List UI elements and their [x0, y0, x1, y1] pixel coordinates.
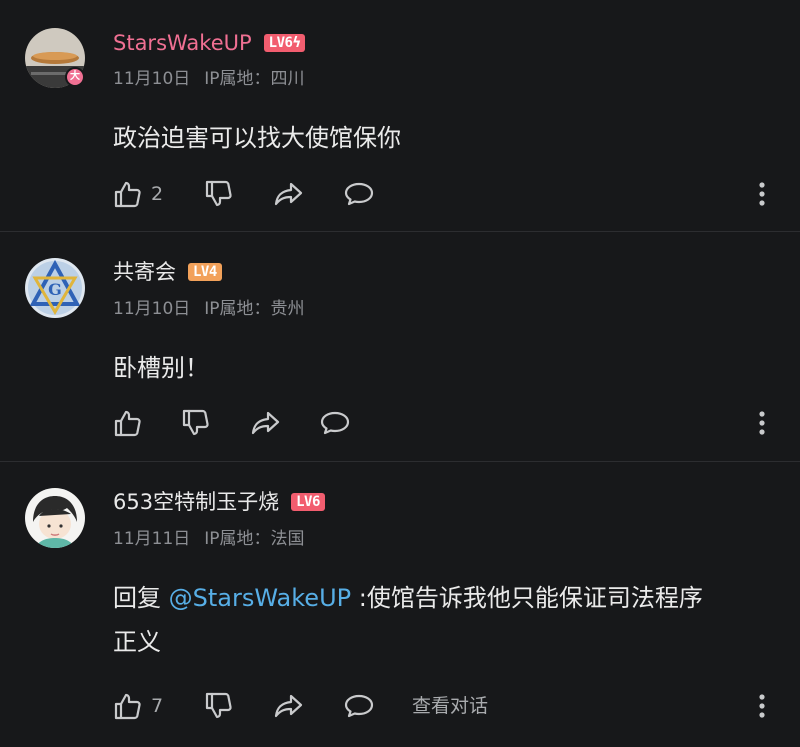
ip-location: IP属地：贵州: [204, 299, 305, 319]
like-button[interactable]: [113, 405, 143, 441]
comment-meta: 11月10日 IP属地：贵州: [113, 294, 305, 319]
more-vert-icon: [752, 691, 772, 721]
comment-actions: 7 查看对话: [0, 688, 800, 724]
name-row: 共寄会 LV4: [113, 257, 222, 287]
thumb-up-icon: [113, 408, 143, 438]
ip-location: IP属地：四川: [204, 69, 305, 89]
svg-text:G: G: [48, 280, 62, 299]
level-badge: LV6ϟ: [263, 34, 306, 52]
reply-icon: [343, 179, 375, 209]
vip-badge: 大: [65, 67, 85, 87]
comment-actions: 2: [0, 176, 800, 212]
like-count: 2: [151, 183, 164, 205]
comment-meta: 11月11日 IP属地：法国: [113, 524, 305, 549]
view-conversation-link[interactable]: 查看对话: [412, 688, 488, 724]
thumb-down-icon: [204, 691, 234, 721]
thumb-down-icon: [204, 179, 234, 209]
share-button[interactable]: [273, 688, 305, 724]
divider: [0, 461, 800, 462]
content-text: :使馆告诉我他只能保证司法程序: [351, 584, 703, 612]
more-button[interactable]: [752, 405, 772, 441]
avatar[interactable]: G: [25, 258, 85, 318]
ip-location: IP属地：法国: [204, 529, 305, 549]
reply-prefix: 回复: [113, 584, 169, 612]
level-badge: LV4: [188, 263, 222, 281]
dislike-button[interactable]: [204, 176, 234, 212]
content-line-1: 回复 @StarsWakeUP :使馆告诉我他只能保证司法程序: [113, 576, 780, 620]
content-line-2: 正义: [113, 628, 161, 656]
thumb-up-icon: [113, 691, 143, 721]
comment-meta: 11月10日 IP属地：四川: [113, 64, 305, 89]
thumb-down-icon: [181, 408, 211, 438]
username[interactable]: 共寄会: [113, 257, 176, 287]
dislike-button[interactable]: [181, 405, 211, 441]
like-count: 7: [151, 695, 164, 717]
avatar[interactable]: [25, 488, 85, 548]
share-icon: [273, 179, 305, 209]
reply-icon: [319, 408, 351, 438]
name-row: 653空特制玉子烧 LV6: [113, 487, 325, 517]
comment-date: 11月10日: [113, 69, 191, 89]
comment-content: 回复 @StarsWakeUP :使馆告诉我他只能保证司法程序 正义: [113, 576, 780, 664]
reply-icon: [343, 691, 375, 721]
mention-link[interactable]: @StarsWakeUP: [169, 584, 351, 612]
more-vert-icon: [752, 408, 772, 438]
thumb-up-icon: [113, 179, 143, 209]
reply-button[interactable]: [343, 176, 375, 212]
more-button[interactable]: [752, 176, 772, 212]
like-button[interactable]: 7: [113, 688, 163, 724]
share-button[interactable]: [250, 405, 282, 441]
comment-actions: [0, 405, 800, 441]
like-button[interactable]: 2: [113, 176, 163, 212]
name-row: StarsWakeUP LV6ϟ: [113, 28, 306, 58]
username[interactable]: 653空特制玉子烧: [113, 487, 279, 517]
level-mark: ϟ: [292, 35, 301, 51]
comment-date: 11月11日: [113, 529, 191, 549]
more-button[interactable]: [752, 688, 772, 724]
reply-button[interactable]: [319, 405, 351, 441]
comment-content: 政治迫害可以找大使馆保你: [113, 124, 401, 152]
username[interactable]: StarsWakeUP: [113, 28, 252, 58]
share-icon: [250, 408, 282, 438]
divider: [0, 231, 800, 232]
more-vert-icon: [752, 179, 772, 209]
level-text: LV6: [268, 35, 293, 51]
dislike-button[interactable]: [204, 688, 234, 724]
level-badge: LV6: [291, 493, 325, 511]
comment-content: 卧槽别！: [113, 354, 209, 382]
share-icon: [273, 691, 305, 721]
comment-date: 11月10日: [113, 299, 191, 319]
share-button[interactable]: [273, 176, 305, 212]
reply-button[interactable]: [343, 688, 375, 724]
